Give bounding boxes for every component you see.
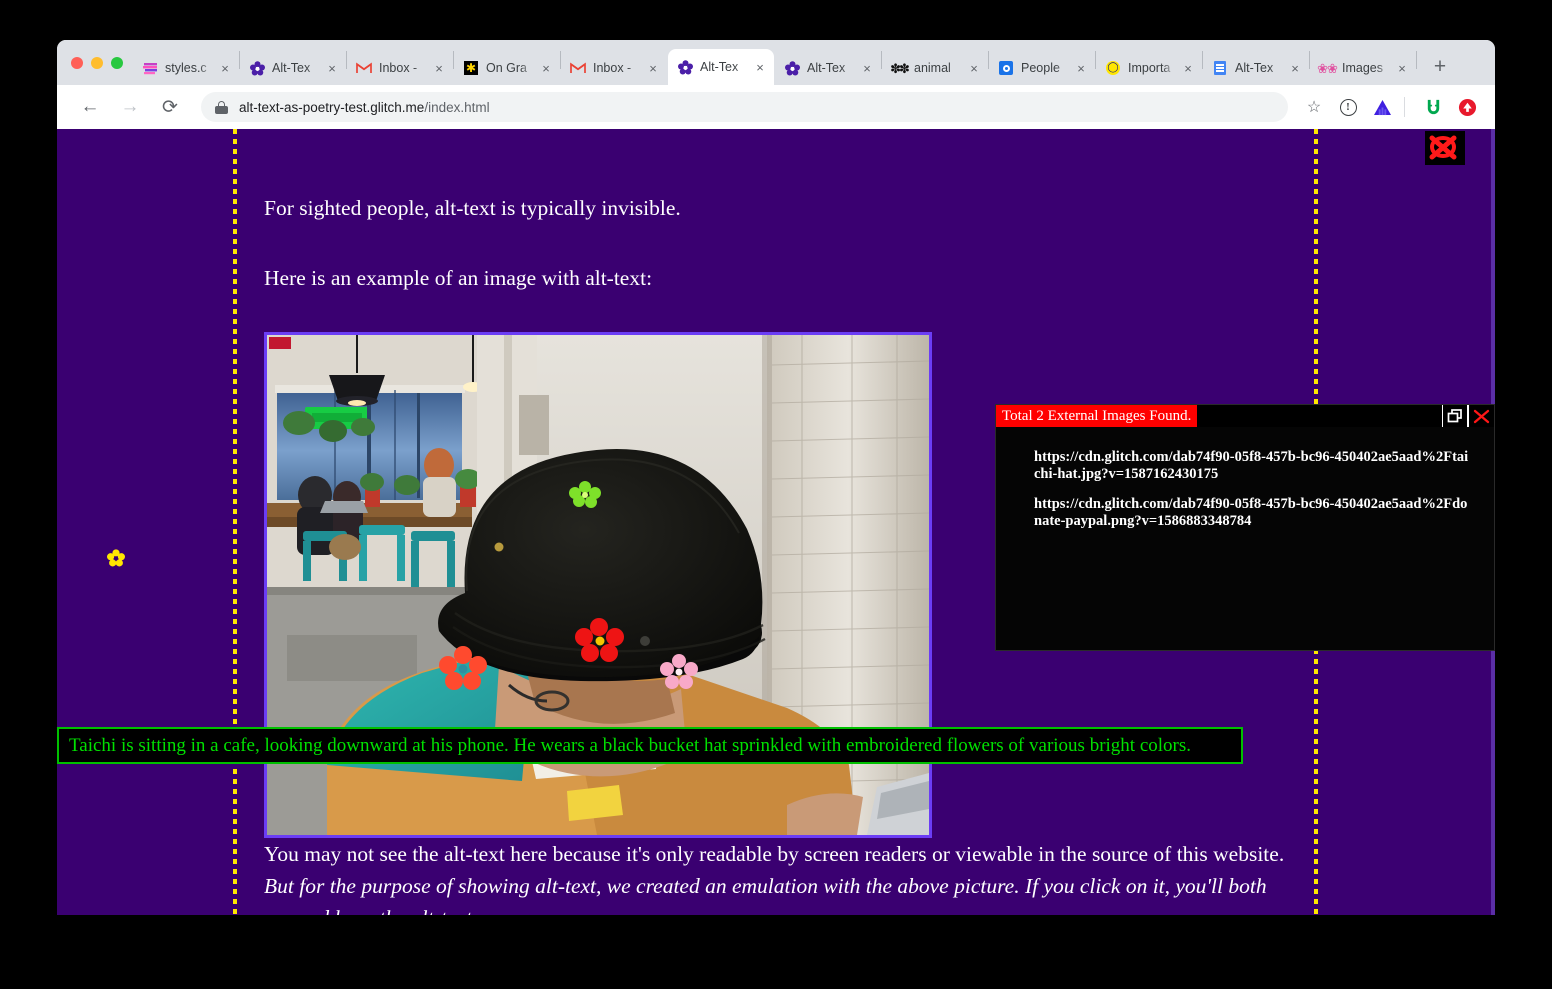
tab-close-icon[interactable]: × — [1394, 60, 1410, 76]
external-image-url[interactable]: https://cdn.glitch.com/dab74f90-05f8-457… — [1034, 449, 1472, 483]
tab-alt-text-active[interactable]: Alt-Tex × — [668, 49, 774, 85]
url-path: /index.html — [424, 99, 490, 115]
window-controls — [57, 40, 133, 85]
close-overlay-icon[interactable] — [1425, 131, 1465, 165]
info-circle-icon[interactable]: ! — [1334, 93, 1362, 121]
green-u-extension-icon[interactable] — [1419, 93, 1447, 121]
tab-close-icon[interactable]: × — [538, 60, 554, 76]
dialog-title-spacer — [1197, 405, 1442, 427]
external-image-url[interactable]: https://cdn.glitch.com/dab74f90-05f8-457… — [1034, 496, 1472, 530]
tab-alt-text-2[interactable]: Alt-Tex × — [775, 51, 881, 85]
tab-strip: styles.c × Alt-Tex × Inbox - × ✱ On Gra … — [57, 40, 1495, 85]
tab-title: Inbox - — [593, 61, 632, 75]
tab-close-icon[interactable]: × — [1073, 60, 1089, 76]
paragraph-explanation: You may not see the alt-text here becaus… — [264, 838, 1286, 915]
close-window-button[interactable] — [71, 56, 83, 69]
paragraph-example-intro: Here is an example of an image with alt-… — [264, 266, 653, 290]
paragraph-sighted-people: For sighted people, alt-text is typicall… — [264, 196, 681, 220]
tab-title: Alt-Tex — [1235, 61, 1274, 75]
tab-styles[interactable]: styles.c × — [133, 51, 239, 85]
back-button[interactable]: ← — [75, 92, 105, 122]
tab-list: styles.c × Alt-Tex × Inbox - × ✱ On Gra … — [133, 40, 1495, 85]
tab-close-icon[interactable]: × — [1287, 60, 1303, 76]
tab-title: Inbox - — [379, 61, 418, 75]
tab-title: People — [1021, 61, 1060, 75]
tab-close-icon[interactable]: × — [1180, 60, 1196, 76]
tab-on-grant[interactable]: ✱ On Gra × — [454, 51, 560, 85]
tab-close-icon[interactable]: × — [324, 60, 340, 76]
tab-inbox-1[interactable]: Inbox - × — [347, 51, 453, 85]
browser-window: styles.c × Alt-Tex × Inbox - × ✱ On Gra … — [57, 40, 1495, 915]
on-grant-icon: ✱ — [464, 61, 478, 75]
explanation-plain: You may not see the alt-text here becaus… — [264, 842, 1285, 866]
tab-title: Images — [1342, 61, 1383, 75]
browser-toolbar: ← → ⟳ alt-text-as-poetry-test.glitch.me/… — [57, 85, 1495, 129]
bookmark-star-icon[interactable]: ☆ — [1300, 93, 1328, 121]
dialog-title-bar: Total 2 External Images Found. — [996, 405, 1494, 427]
gmail-icon — [570, 60, 586, 76]
tab-images[interactable]: ❀❀ Images × — [1310, 51, 1416, 85]
image-corner-badge — [269, 337, 291, 349]
external-images-dialog[interactable]: Total 2 External Images Found. https://c… — [995, 404, 1495, 651]
yellow-flower-icon — [107, 549, 125, 567]
docs-icon — [1212, 60, 1228, 76]
tab-alt-text-1[interactable]: Alt-Tex × — [240, 51, 346, 85]
tab-close-icon[interactable]: × — [752, 59, 768, 75]
animal-icon: ✽✽ — [890, 60, 910, 76]
flower-purple-icon — [677, 59, 693, 75]
reload-button[interactable]: ⟳ — [155, 92, 185, 122]
explanation-italic: But for the purpose of showing alt-text,… — [264, 874, 1267, 915]
flower-purple-icon — [784, 60, 800, 76]
images-icon: ❀❀ — [1317, 60, 1338, 76]
url-text: alt-text-as-poetry-test.glitch.me/index.… — [239, 100, 490, 115]
tab-title: Alt-Tex — [700, 60, 739, 74]
tab-title: animal — [914, 61, 951, 75]
tab-close-icon[interactable]: × — [966, 60, 982, 76]
tab-animal[interactable]: ✽✽ animal × — [882, 51, 988, 85]
tab-title: On Gra — [486, 61, 527, 75]
alt-text-caption-bar[interactable]: Taichi is sitting in a cafe, looking dow… — [57, 727, 1243, 764]
restore-icon[interactable] — [1442, 405, 1468, 427]
tab-inbox-2[interactable]: Inbox - × — [561, 51, 667, 85]
address-bar[interactable]: alt-text-as-poetry-test.glitch.me/index.… — [201, 92, 1288, 122]
new-tab-button[interactable]: + — [1425, 52, 1455, 82]
tab-close-icon[interactable]: × — [217, 60, 233, 76]
tab-title: Alt-Tex — [807, 61, 846, 75]
triangle-extension-icon[interactable] — [1368, 93, 1396, 121]
tab-importa[interactable]: ◯ Importa × — [1096, 51, 1202, 85]
tab-alt-text-doc[interactable]: Alt-Tex × — [1203, 51, 1309, 85]
minimize-window-button[interactable] — [91, 56, 103, 69]
dialog-title-text: Total 2 External Images Found. — [996, 405, 1198, 427]
url-host: alt-text-as-poetry-test.glitch.me — [239, 99, 425, 115]
tab-close-icon[interactable]: × — [645, 60, 661, 76]
flower-purple-icon — [249, 60, 265, 76]
tab-separator — [1416, 50, 1417, 69]
tab-close-icon[interactable]: × — [431, 60, 447, 76]
screenshot-root: styles.c × Alt-Tex × Inbox - × ✱ On Gra … — [0, 0, 1552, 989]
importa-icon: ◯ — [1106, 61, 1120, 75]
dotted-guide-left — [233, 129, 237, 915]
tab-people[interactable]: People × — [989, 51, 1095, 85]
lock-icon — [215, 100, 228, 114]
alt-text-caption-text: Taichi is sitting in a cafe, looking dow… — [69, 734, 1192, 756]
close-icon[interactable] — [1468, 405, 1494, 427]
tab-title: styles.c — [165, 61, 207, 75]
toolbar-divider — [1404, 97, 1405, 117]
dialog-body: https://cdn.glitch.com/dab74f90-05f8-457… — [996, 427, 1494, 530]
people-icon — [998, 60, 1014, 76]
gmail-icon — [356, 60, 372, 76]
tab-title: Alt-Tex — [272, 61, 311, 75]
styles-icon — [142, 60, 158, 76]
page-viewport: Taichi is sitting in a cafe, looking dow… — [57, 129, 1495, 915]
tab-title: Importa — [1128, 61, 1171, 75]
forward-button[interactable]: → — [115, 92, 145, 122]
red-arrow-extension-icon[interactable] — [1453, 93, 1481, 121]
tab-close-icon[interactable]: × — [859, 60, 875, 76]
zoom-window-button[interactable] — [111, 56, 123, 69]
